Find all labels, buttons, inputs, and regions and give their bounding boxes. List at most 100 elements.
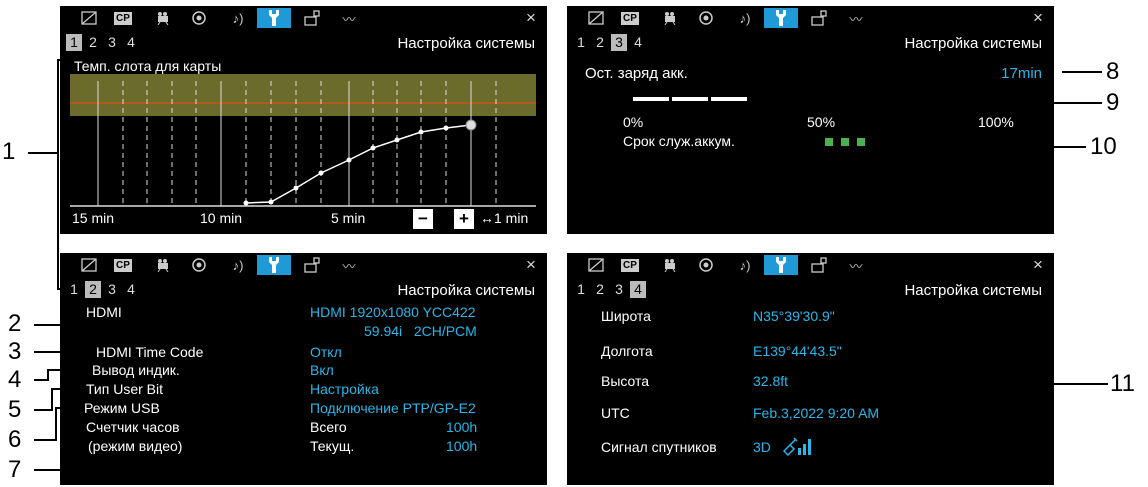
recording-icon xyxy=(153,258,171,272)
tab-wrench-icon[interactable] xyxy=(764,8,798,28)
network-icon: 〰 xyxy=(849,258,863,274)
tab-network-icon[interactable]: 〰 xyxy=(839,255,873,275)
custom-picture-icon: CP xyxy=(621,11,639,25)
tab-custom-menu-icon[interactable] xyxy=(295,255,329,275)
satellite-signal-icon xyxy=(782,437,811,457)
close-button[interactable]: × xyxy=(1028,255,1048,275)
usb-mode-label[interactable]: Режим USB xyxy=(84,400,160,416)
callout-9: 9 xyxy=(1106,89,1120,116)
network-icon: 〰 xyxy=(849,11,863,27)
tab-camera-icon[interactable] xyxy=(579,255,613,275)
usb-mode-value: Подключение PTP/GP-E2 xyxy=(310,400,476,416)
tab-network-icon[interactable]: 〰 xyxy=(332,255,366,275)
callout-5: 5 xyxy=(8,396,22,423)
hour-counter-label[interactable]: Счетчик часов xyxy=(86,419,180,435)
tab-audio-icon[interactable]: ♪) xyxy=(221,255,255,275)
scale-100: 100% xyxy=(978,114,1014,130)
panel-page-4: CP ♪) 〰 × 1234 Настройка системы Широта N3… xyxy=(567,253,1054,485)
hdmi-time-code-label[interactable]: HDMI Time Code xyxy=(96,344,203,360)
satellite-signal-label: Сигнал спутников xyxy=(601,439,717,455)
tab-assist-icon[interactable] xyxy=(689,8,723,28)
zoom-in-button[interactable]: + xyxy=(454,209,474,229)
close-button[interactable]: × xyxy=(521,255,541,275)
callout-4: 4 xyxy=(8,366,22,393)
tab-assist-icon[interactable] xyxy=(689,255,723,275)
battery-remaining-label: Ост. заряд акк. xyxy=(585,65,688,82)
hdmi-label[interactable]: HDMI xyxy=(86,304,122,320)
audio-icon: ♪) xyxy=(232,257,244,273)
tab-wrench-icon[interactable] xyxy=(257,255,291,275)
hdmi-value: HDMI 1920x1080 YCC422 xyxy=(310,304,476,320)
page-indicator: 1234 xyxy=(573,34,649,51)
camera-icon xyxy=(588,258,604,272)
user-bit-type-label[interactable]: Тип User Bit xyxy=(86,381,163,397)
tab-network-icon[interactable]: 〰 xyxy=(839,8,873,28)
hour-counter-current-value: 100h xyxy=(446,438,478,454)
page-1[interactable]: 1 xyxy=(573,281,589,298)
tab-camera-icon[interactable] xyxy=(579,8,613,28)
tab-custom-menu-icon[interactable] xyxy=(802,255,836,275)
tab-camera-icon[interactable] xyxy=(72,255,106,275)
scale-0: 0% xyxy=(623,114,644,130)
battery-life-indicator xyxy=(825,138,833,146)
page-title: Настройка системы xyxy=(904,282,1042,299)
display-output-label[interactable]: Вывод индик. xyxy=(92,362,180,378)
page-3[interactable]: 3 xyxy=(104,281,120,298)
battery-remaining-value: 17min xyxy=(1001,65,1042,82)
page-3[interactable]: 3 xyxy=(611,281,627,298)
tab-audio-icon[interactable]: ♪) xyxy=(728,255,762,275)
current-point xyxy=(465,119,477,131)
page-4[interactable]: 4 xyxy=(630,34,646,51)
x-label-10min: 10 min xyxy=(200,210,243,226)
page-2[interactable]: 2 xyxy=(85,281,101,298)
panel-page-1: CP ♪) 〰 × 1234 Настройка системы Темп. сло… xyxy=(60,6,547,234)
scale-50: 50% xyxy=(807,114,836,130)
page-1[interactable]: 1 xyxy=(66,281,82,298)
battery-life-indicator xyxy=(841,138,849,146)
page-2[interactable]: 2 xyxy=(592,281,608,298)
page-2[interactable]: 2 xyxy=(592,34,608,51)
user-bit-type-value: Настройка xyxy=(310,381,379,397)
hour-counter-current-label: Текущ. xyxy=(310,438,355,454)
wrench-icon xyxy=(773,256,789,274)
tab-assist-icon[interactable] xyxy=(182,255,216,275)
tab-custom-picture-icon[interactable]: CP xyxy=(613,255,647,275)
tab-recording-icon[interactable] xyxy=(652,8,686,28)
network-icon: 〰 xyxy=(342,258,356,274)
tab-recording-icon[interactable] xyxy=(145,255,179,275)
panel-page-2: CP ♪) 〰 × 1234 Настройка системы HDMI HDMI… xyxy=(60,253,547,485)
tab-recording-icon[interactable] xyxy=(652,255,686,275)
menu-tab-bar: CP ♪) 〰 xyxy=(567,253,1054,277)
tab-custom-picture-icon[interactable]: CP xyxy=(106,255,140,275)
page-4[interactable]: 4 xyxy=(630,281,646,298)
page-indicator: 1234 xyxy=(573,281,649,298)
recording-icon xyxy=(660,258,678,272)
page-4[interactable]: 4 xyxy=(123,281,139,298)
longitude-value: E139°44'43.5" xyxy=(753,343,842,359)
page-3[interactable]: 3 xyxy=(611,34,627,51)
tab-audio-icon[interactable]: ♪) xyxy=(728,8,762,28)
tab-wrench-icon[interactable] xyxy=(764,255,798,275)
battery-life-indicator xyxy=(857,138,865,146)
assist-icon xyxy=(698,257,714,273)
page-title: Настройка системы xyxy=(397,282,535,299)
panel-page-3: CP ♪) 〰 × 1234 Настройка системы Ост. заря… xyxy=(567,6,1054,234)
tab-custom-menu-icon[interactable] xyxy=(802,8,836,28)
page-1[interactable]: 1 xyxy=(573,34,589,51)
battery-life-label: Срок служ.аккум. xyxy=(623,133,735,149)
audio-icon: ♪) xyxy=(739,10,751,26)
custom-menu-icon xyxy=(811,257,827,273)
x-label-5min: 5 min xyxy=(331,210,366,226)
callout-6: 6 xyxy=(8,426,22,453)
zoom-out-button[interactable]: − xyxy=(413,209,433,229)
tab-custom-picture-icon[interactable]: CP xyxy=(613,8,647,28)
camera-icon xyxy=(81,258,97,272)
latitude-value: N35°39'30.9" xyxy=(753,308,835,324)
hour-counter-total-value: 100h xyxy=(446,419,478,435)
altitude-label: Высота xyxy=(601,373,650,389)
hour-counter-total-label: Всего xyxy=(310,419,347,435)
callout-11: 11 xyxy=(1110,370,1135,397)
assist-icon xyxy=(698,10,714,26)
close-button[interactable]: × xyxy=(1028,8,1048,28)
callout-1: 1 xyxy=(2,138,16,165)
